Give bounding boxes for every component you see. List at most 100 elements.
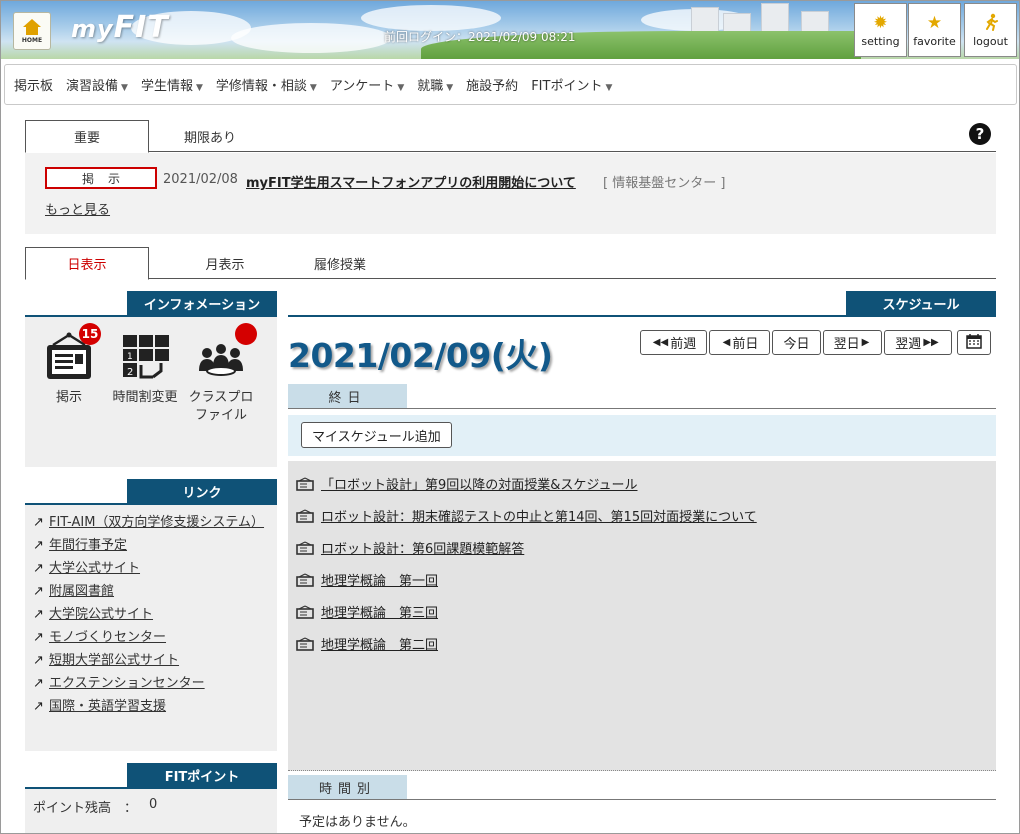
caret-down-icon: ▼ bbox=[195, 83, 203, 93]
star-icon: ★ bbox=[926, 13, 943, 33]
allday-label: 終日 bbox=[288, 384, 407, 408]
information-heading: インフォメーション bbox=[127, 291, 277, 315]
tab-courses[interactable]: 履修授業 bbox=[300, 247, 380, 279]
menu-survey[interactable]: アンケート ▼ bbox=[330, 75, 404, 94]
notice-title-link[interactable]: myFIT学生用スマートフォンアプリの利用開始について bbox=[246, 172, 576, 191]
left-arrow-icon: ◀ bbox=[722, 337, 731, 348]
logout-button[interactable]: logout bbox=[964, 3, 1017, 57]
information-panel: 15 掲示 1 2 時間割変更 クラスプロファイル bbox=[25, 317, 277, 467]
last-login-text: 前回ログイン：2021/02/09 08:21 bbox=[384, 30, 576, 44]
notice-panel: 掲示 2021/02/08 myFIT学生用スマートフォンアプリの利用開始につい… bbox=[25, 153, 996, 234]
bulletin-icon bbox=[296, 636, 314, 651]
points-balance-label: ポイント残高 ： bbox=[33, 801, 138, 816]
event-item[interactable]: ロボット設計：期末確認テストの中止と第14回、第15回対面授業について bbox=[296, 506, 757, 525]
links-heading: リンク bbox=[127, 479, 277, 503]
app-logo: myFIT bbox=[71, 10, 169, 45]
bulletin-icon bbox=[296, 604, 314, 619]
external-link-icon: ↗ bbox=[33, 584, 44, 599]
info-bulletin[interactable]: 15 掲示 bbox=[35, 323, 103, 407]
bulletin-icon bbox=[296, 508, 314, 523]
gear-icon: ✹ bbox=[873, 13, 888, 33]
external-link-icon: ↗ bbox=[33, 515, 44, 530]
double-right-arrow-icon: ▶▶ bbox=[923, 337, 939, 348]
fit-points-panel: ポイント残高 ： 0 bbox=[25, 789, 277, 833]
home-icon bbox=[23, 18, 41, 27]
home-button[interactable]: HOME bbox=[13, 12, 51, 50]
caret-down-icon: ▼ bbox=[446, 83, 454, 93]
menu-career[interactable]: 就職 ▼ bbox=[417, 75, 453, 94]
calendar-button[interactable] bbox=[957, 330, 991, 355]
notification-badge: 15 bbox=[79, 323, 101, 345]
caret-down-icon: ▼ bbox=[121, 83, 128, 93]
tab-month-view[interactable]: 月表示 bbox=[185, 247, 265, 279]
menu-fit-points[interactable]: FITポイント ▼ bbox=[531, 75, 612, 94]
more-link[interactable]: もっと見る bbox=[45, 199, 110, 218]
link-extension-center[interactable]: ↗ エクステンションセンター bbox=[33, 672, 273, 695]
prev-week-button[interactable]: ◀◀ 前週 bbox=[640, 330, 707, 355]
event-item[interactable]: 地理学概論 第三回 bbox=[296, 602, 438, 621]
event-item[interactable]: 「ロボット設計」第9回以降の対面授業&スケジュール bbox=[296, 474, 638, 493]
info-class-profile[interactable]: クラスプロファイル bbox=[187, 323, 257, 425]
menu-student-info[interactable]: 学生情報 ▼ bbox=[141, 75, 203, 94]
event-item[interactable]: 地理学概論 第一回 bbox=[296, 570, 438, 589]
setting-button[interactable]: ✹ setting bbox=[854, 3, 907, 57]
tab-important[interactable]: 重要 bbox=[25, 120, 149, 153]
menu-study-info[interactable]: 学修情報・相談 ▼ bbox=[216, 75, 317, 94]
caret-down-icon: ▼ bbox=[605, 83, 613, 93]
notification-dot bbox=[235, 323, 257, 345]
event-item[interactable]: 地理学概論 第二回 bbox=[296, 634, 438, 653]
svg-text:2: 2 bbox=[127, 367, 133, 378]
notice-organization: [ 情報基盤センター ] bbox=[603, 176, 726, 191]
next-week-button[interactable]: 翌週 ▶▶ bbox=[884, 330, 952, 355]
external-link-icon: ↗ bbox=[33, 538, 44, 553]
bulletin-board-icon: 15 bbox=[43, 323, 101, 383]
view-tabs: 日表示 月表示 履修授業 bbox=[25, 247, 996, 280]
header-banner: HOME myFIT 前回ログイン：2021/02/09 08:21 ✹ set… bbox=[1, 1, 1019, 59]
caret-down-icon: ▼ bbox=[309, 83, 317, 93]
bulletin-icon bbox=[296, 540, 314, 555]
info-timetable-change[interactable]: 1 2 時間割変更 bbox=[111, 331, 179, 407]
bulletin-icon bbox=[296, 572, 314, 587]
bulletin-icon bbox=[296, 476, 314, 491]
schedule-heading: スケジュール bbox=[846, 291, 996, 315]
main-menu: 掲示板 演習設備 ▼ 学生情報 ▼ 学修情報・相談 ▼ アンケート ▼ 就職 ▼ 施設予約… bbox=[4, 64, 1017, 105]
external-link-icon: ↗ bbox=[33, 653, 44, 668]
group-meeting-icon bbox=[195, 323, 257, 383]
link-monozukuri-center[interactable]: ↗ モノづくりセンター bbox=[33, 626, 273, 649]
external-link-icon: ↗ bbox=[33, 676, 44, 691]
svg-text:1: 1 bbox=[127, 352, 133, 362]
right-arrow-icon: ▶ bbox=[861, 337, 870, 348]
allday-events-list: 「ロボット設計」第9回以降の対面授業&スケジュール ロボット設計：期末確認テスト… bbox=[288, 461, 996, 771]
help-icon[interactable]: ? bbox=[969, 123, 991, 145]
today-button[interactable]: 今日 bbox=[772, 330, 821, 355]
double-left-arrow-icon: ◀◀ bbox=[652, 337, 669, 348]
link-university-site[interactable]: ↗ 大学公式サイト bbox=[33, 557, 273, 580]
menu-facility-reservation[interactable]: 施設予約 bbox=[466, 75, 518, 94]
calendar-grid-icon: 1 2 bbox=[119, 331, 171, 383]
link-fit-aim[interactable]: ↗ FIT-AIM（双方向学修支援システム） bbox=[33, 511, 273, 534]
next-day-button[interactable]: 翌日 ▶ bbox=[823, 330, 882, 355]
menu-lab-equipment[interactable]: 演習設備 ▼ bbox=[66, 75, 128, 94]
link-junior-college[interactable]: ↗ 短期大学部公式サイト bbox=[33, 649, 273, 672]
prev-day-button[interactable]: ◀ 前日 bbox=[709, 330, 770, 355]
tab-deadline[interactable]: 期限あり bbox=[175, 120, 245, 152]
tab-day-view[interactable]: 日表示 bbox=[25, 247, 149, 280]
menu-bulletin-board[interactable]: 掲示板 bbox=[14, 75, 53, 94]
link-library[interactable]: ↗ 附属図書館 bbox=[33, 580, 273, 603]
calendar-icon bbox=[966, 333, 982, 353]
no-events-message: 予定はありません。 bbox=[299, 815, 416, 830]
link-annual-events[interactable]: ↗ 年間行事予定 bbox=[33, 534, 273, 557]
notice-tabs: 重要 期限あり bbox=[25, 120, 996, 153]
link-international-english[interactable]: ↗ 国際・英語学習支援 bbox=[33, 695, 273, 718]
notice-category-badge: 掲示 bbox=[45, 167, 157, 189]
links-panel: ↗ FIT-AIM（双方向学修支援システム） ↗ 年間行事予定 ↗ 大学公式サイト ↗… bbox=[25, 505, 277, 751]
link-graduate-site[interactable]: ↗ 大学院公式サイト bbox=[33, 603, 273, 626]
favorite-button[interactable]: ★ favorite bbox=[908, 3, 961, 57]
home-label: HOME bbox=[21, 36, 43, 44]
external-link-icon: ↗ bbox=[33, 699, 44, 714]
external-link-icon: ↗ bbox=[33, 630, 44, 645]
external-link-icon: ↗ bbox=[33, 607, 44, 622]
timed-label: 時間別 bbox=[288, 775, 407, 799]
event-item[interactable]: ロボット設計：第6回課題模範解答 bbox=[296, 538, 524, 557]
add-my-schedule-button[interactable]: マイスケジュール追加 bbox=[301, 422, 452, 448]
